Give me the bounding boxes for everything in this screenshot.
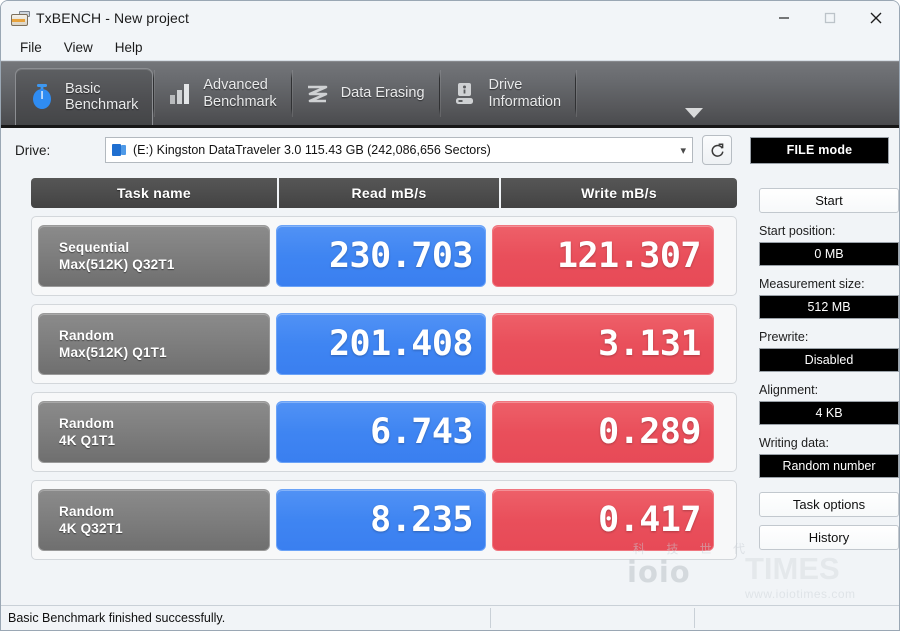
menu-bar: File View Help bbox=[1, 35, 899, 61]
start-position-label: Start position: bbox=[759, 224, 836, 238]
tab-data-erasing[interactable]: Data Erasing bbox=[292, 62, 439, 125]
table-row: Sequential Max(512K) Q32T1 230.703 121.3… bbox=[31, 216, 737, 296]
task-name-line-1: Random bbox=[59, 504, 115, 519]
write-value-cell: 0.289 bbox=[492, 401, 714, 463]
write-value-cell: 3.131 bbox=[492, 313, 714, 375]
drive-select[interactable]: (E:) Kingston DataTraveler 3.0 115.43 GB… bbox=[105, 137, 693, 163]
read-value: 230.703 bbox=[328, 235, 474, 276]
status-message: Basic Benchmark finished successfully. bbox=[8, 611, 226, 625]
drive-selection-row: Drive: (E:) Kingston DataTraveler 3.0 11… bbox=[1, 128, 899, 172]
prewrite-value[interactable]: Disabled bbox=[759, 348, 899, 372]
wave-icon bbox=[304, 79, 332, 109]
read-value-cell: 201.408 bbox=[276, 313, 486, 375]
read-value: 201.408 bbox=[328, 323, 474, 364]
tab-bar: Basic Benchmark Advanced Benchmark Data … bbox=[1, 61, 899, 128]
write-value: 121.307 bbox=[556, 235, 702, 276]
writing-data-value[interactable]: Random number bbox=[759, 454, 899, 478]
tab-advanced-benchmark[interactable]: Advanced Benchmark bbox=[154, 62, 290, 125]
tab-drive-information[interactable]: Drive Information bbox=[440, 62, 576, 125]
task-name-cell: Random 4K Q32T1 bbox=[38, 489, 270, 551]
task-name-cell: Sequential Max(512K) Q32T1 bbox=[38, 225, 270, 287]
task-name-line-2: Max(512K) Q1T1 bbox=[59, 345, 167, 360]
read-value: 8.235 bbox=[370, 499, 473, 540]
prewrite-label: Prewrite: bbox=[759, 330, 809, 344]
menu-item-file[interactable]: File bbox=[9, 38, 53, 57]
read-value-cell: 230.703 bbox=[276, 225, 486, 287]
measurement-size-value[interactable]: 512 MB bbox=[759, 295, 899, 319]
task-name-line-2: 4K Q1T1 bbox=[59, 433, 116, 448]
tab-basic-benchmark[interactable]: Basic Benchmark bbox=[15, 68, 154, 125]
options-panel: Start Start position: 0 MB Measurement s… bbox=[759, 178, 899, 605]
tab-label-basic-benchmark: Basic Benchmark bbox=[65, 80, 139, 114]
status-bar: Basic Benchmark finished successfully. bbox=[1, 605, 899, 630]
task-name-line-1: Random bbox=[59, 328, 115, 343]
column-header-read: Read mB/s bbox=[279, 178, 499, 208]
menu-item-help[interactable]: Help bbox=[104, 38, 154, 57]
write-value-cell: 121.307 bbox=[492, 225, 714, 287]
status-divider-2 bbox=[694, 608, 695, 628]
stopwatch-icon bbox=[28, 82, 56, 112]
txbench-window: TxBENCH - New project File View Help Bas… bbox=[0, 0, 900, 631]
tab-divider-4 bbox=[575, 70, 577, 117]
drive-label: Drive: bbox=[15, 142, 51, 158]
tab-label-advanced-benchmark: Advanced Benchmark bbox=[203, 77, 277, 110]
drive-select-value: (E:) Kingston DataTraveler 3.0 115.43 GB… bbox=[133, 143, 491, 157]
results-header-row: Task name Read mB/s Write mB/s bbox=[31, 178, 737, 208]
alignment-label: Alignment: bbox=[759, 383, 819, 397]
history-button[interactable]: History bbox=[759, 525, 899, 550]
refresh-icon bbox=[711, 142, 724, 157]
main-content: Task name Read mB/s Write mB/s Sequentia… bbox=[1, 172, 899, 605]
task-name-cell: Random Max(512K) Q1T1 bbox=[38, 313, 270, 375]
tab-label-drive-information: Drive Information bbox=[488, 77, 562, 110]
title-bar: TxBENCH - New project bbox=[1, 1, 899, 35]
task-name-line-1: Sequential bbox=[59, 240, 130, 255]
chevron-down-icon: ▾ bbox=[680, 144, 686, 157]
writing-data-label: Writing data: bbox=[759, 436, 829, 450]
task-name-line-2: Max(512K) Q32T1 bbox=[59, 257, 175, 272]
table-row: Random 4K Q1T1 6.743 0.289 bbox=[31, 392, 737, 472]
write-value-cell: 0.417 bbox=[492, 489, 714, 551]
menu-item-view[interactable]: View bbox=[53, 38, 104, 57]
column-header-task-name: Task name bbox=[31, 178, 277, 208]
results-table: Task name Read mB/s Write mB/s Sequentia… bbox=[31, 178, 737, 605]
window-controls bbox=[761, 1, 899, 35]
task-name-cell: Random 4K Q1T1 bbox=[38, 401, 270, 463]
window-title: TxBENCH - New project bbox=[36, 10, 190, 26]
refresh-button[interactable] bbox=[702, 135, 732, 165]
start-position-value[interactable]: 0 MB bbox=[759, 242, 899, 266]
bar-chart-icon bbox=[166, 79, 194, 109]
maximize-button[interactable] bbox=[807, 1, 853, 35]
table-row: Random Max(512K) Q1T1 201.408 3.131 bbox=[31, 304, 737, 384]
task-name-line-1: Random bbox=[59, 416, 115, 431]
write-value: 3.131 bbox=[598, 323, 701, 364]
task-name-line-2: 4K Q32T1 bbox=[59, 521, 123, 536]
write-value: 0.289 bbox=[598, 411, 701, 452]
minimize-button[interactable] bbox=[761, 1, 807, 35]
write-value: 0.417 bbox=[598, 499, 701, 540]
file-mode-display[interactable]: FILE mode bbox=[750, 136, 889, 164]
read-value-cell: 8.235 bbox=[276, 489, 486, 551]
chevron-down-icon[interactable] bbox=[685, 108, 703, 118]
measurement-size-label: Measurement size: bbox=[759, 277, 865, 291]
drive-info-icon bbox=[452, 79, 480, 109]
read-value-cell: 6.743 bbox=[276, 401, 486, 463]
alignment-value[interactable]: 4 KB bbox=[759, 401, 899, 425]
close-button[interactable] bbox=[853, 1, 899, 35]
table-row: Random 4K Q32T1 8.235 0.417 bbox=[31, 480, 737, 560]
status-divider-1 bbox=[490, 608, 491, 628]
app-icon bbox=[10, 9, 30, 27]
task-options-button[interactable]: Task options bbox=[759, 492, 899, 517]
device-icon bbox=[112, 143, 127, 157]
read-value: 6.743 bbox=[370, 411, 473, 452]
column-header-write: Write mB/s bbox=[501, 178, 737, 208]
tab-label-data-erasing: Data Erasing bbox=[340, 85, 425, 102]
start-button[interactable]: Start bbox=[759, 188, 899, 213]
